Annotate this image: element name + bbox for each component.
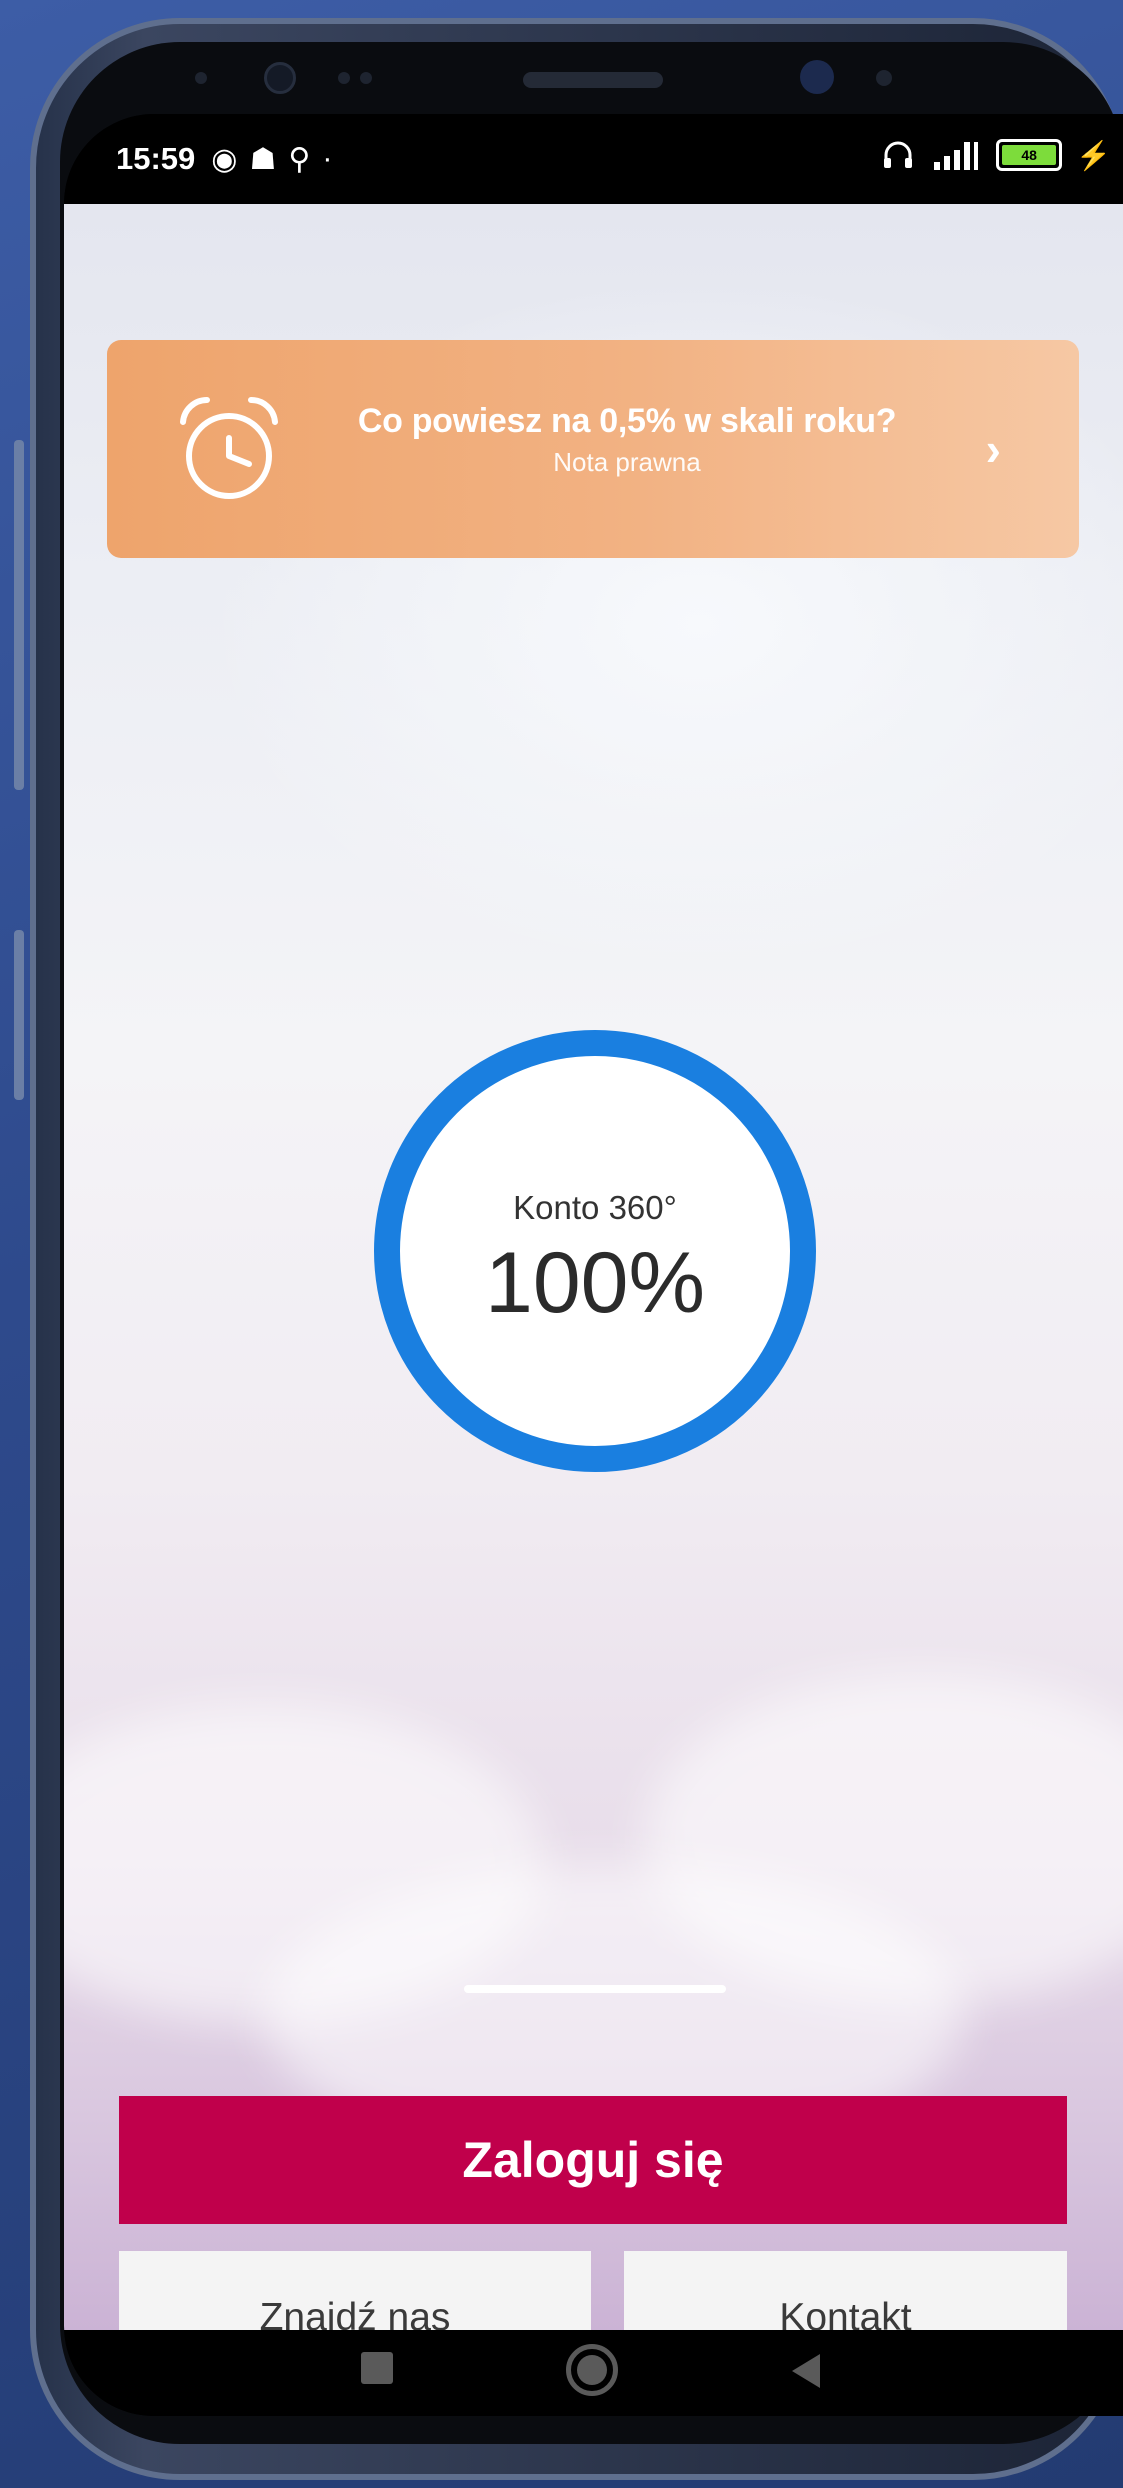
phone-screen: 15:59 ◉ ☗ ⚲ · 48 ⚡ Co powiesz na 0,5% w … [64,114,1123,2416]
front-camera [800,60,834,94]
account-progress-gauge: Konto 360° 100% [373,1029,817,1473]
chevron-right-icon: › [985,423,1001,475]
status-bar: 15:59 ◉ ☗ ⚲ · 48 ⚡ [64,114,1123,204]
location-icon: ⚲ [288,142,311,176]
front-sensor [338,72,350,84]
charging-icon: ⚡ [1076,139,1111,171]
status-right-icons: 48 ⚡ [882,138,1111,172]
signal-icon [934,142,979,170]
promo-title: Co powiesz na 0,5% w skali roku? [357,402,897,440]
battery-level: 48 [1002,145,1057,165]
promo-legal-note[interactable]: Nota prawna [307,447,947,478]
front-sensor [195,72,207,84]
headphones-icon [884,141,913,168]
power-button [14,440,24,790]
promo-text: Co powiesz na 0,5% w skali roku? Nota pr… [307,402,947,478]
battery-icon: 48 [996,139,1063,171]
back-icon[interactable] [792,2354,820,2388]
notification-icon: ☗ [249,142,277,176]
spotify-icon: ◉ [211,142,238,176]
gauge-value: 100% [485,1235,705,1331]
login-button[interactable]: Zaloguj się [119,2096,1067,2224]
navigation-bar [64,2330,1123,2416]
home-icon[interactable] [566,2344,618,2396]
alarm-clock-icon [180,396,278,499]
earpiece-speaker [523,72,663,88]
recents-icon[interactable] [361,2352,393,2384]
volume-button [14,930,24,1100]
dot-icon: · [322,142,333,175]
gauge-label: Konto 360° [513,1189,677,1226]
front-sensor [360,72,372,84]
page-indicator [464,1985,726,1993]
front-sensor [876,70,892,86]
front-camera [264,62,296,94]
start-screen: Co powiesz na 0,5% w skali roku? Nota pr… [64,204,1123,2385]
promo-banner[interactable]: Co powiesz na 0,5% w skali roku? Nota pr… [107,340,1079,558]
status-time: 15:59 [116,141,196,176]
